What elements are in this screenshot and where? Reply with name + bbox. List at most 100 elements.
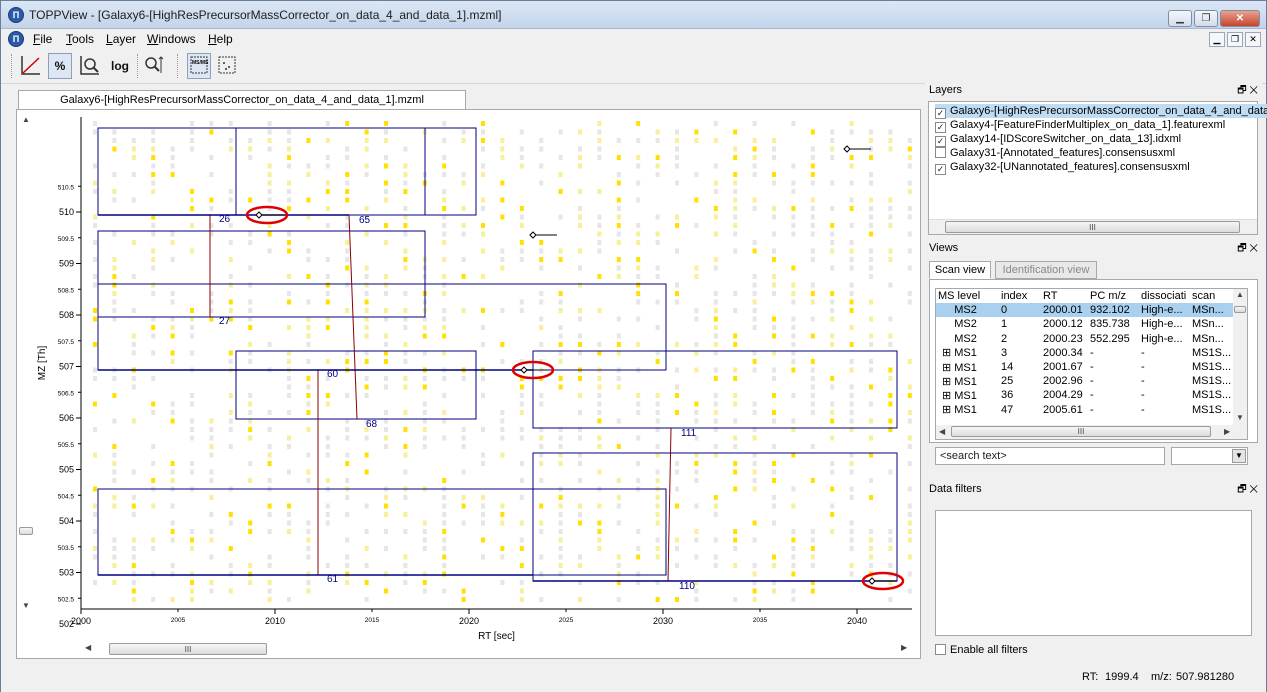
peak-mark (907, 359, 912, 364)
peak-mark (558, 554, 563, 560)
peak-mark (248, 299, 253, 305)
panel-float-close-icon[interactable]: 🗗 ✕ (1237, 83, 1258, 98)
scroll-left-icon[interactable]: ◀ (939, 427, 945, 436)
menu-layer[interactable]: Layer (106, 32, 136, 46)
close-button[interactable]: ✕ (1220, 10, 1260, 27)
peak-mark (733, 180, 738, 186)
layer-checkbox[interactable] (935, 147, 946, 158)
table-row[interactable]: MS2 2 2000.23 552.295 High-e... MSn... (936, 332, 1233, 346)
toolbar: % log MS/MS (1, 49, 1266, 84)
snap-to-max-button[interactable] (78, 53, 102, 79)
peak-mark (519, 129, 524, 135)
table-cell: 2002.96 (1043, 375, 1083, 388)
peak-mark (597, 129, 602, 135)
search-column-select[interactable]: ▼ (1171, 447, 1248, 465)
peak-mark (849, 197, 854, 203)
mdi-minimize-button[interactable]: ▁ (1209, 32, 1225, 47)
enable-all-filters-checkbox[interactable] (935, 644, 946, 655)
peak-mark (772, 588, 776, 594)
layer-item[interactable]: ✓ Galaxy14-[IDScoreSwitcher_on_data_13].i… (935, 132, 1181, 147)
y-tick-label: 505 (59, 465, 74, 475)
peak-mark (228, 308, 233, 313)
panel-float-close-icon[interactable]: 🗗 ✕ (1237, 241, 1258, 256)
table-vscroll[interactable]: ▲ ▼ (1233, 289, 1247, 425)
mdi-restore-button[interactable]: ❐ (1227, 32, 1243, 47)
peak-mark (364, 308, 369, 313)
column-header[interactable]: MS level (936, 289, 999, 303)
mdi-close-button[interactable]: ✕ (1245, 32, 1261, 47)
y-tick-label: 506.5 (58, 390, 75, 397)
column-header[interactable]: index (999, 289, 1041, 303)
minimize-button[interactable]: ▁ (1168, 10, 1192, 27)
peak-mark (791, 393, 796, 398)
scroll-thumb[interactable]: III (945, 221, 1240, 233)
enable-all-filters[interactable]: Enable all filters (935, 644, 1028, 656)
layer-item[interactable]: ✓ Galaxy4-[FeatureFinderMultiplex_on_data… (935, 118, 1225, 133)
menu-file[interactable]: File (33, 32, 52, 46)
table-row[interactable]: MS2 1 2000.12 835.738 High-e... MSn... (936, 317, 1233, 331)
peak-mark (539, 520, 544, 526)
reset-zoom-button[interactable] (141, 53, 165, 79)
scroll-up-icon[interactable]: ▲ (22, 115, 30, 124)
peak-mark (597, 231, 602, 237)
scroll-left-icon[interactable]: ◀ (85, 643, 91, 652)
column-header[interactable]: scan (1190, 289, 1233, 303)
scroll-right-icon[interactable]: ▶ (1224, 427, 1230, 436)
column-header[interactable]: PC m/z (1088, 289, 1139, 303)
peak-mark (345, 282, 350, 288)
table-hscroll[interactable]: ◀ III ▶ (936, 425, 1247, 439)
tab-scan-view[interactable]: Scan view (929, 261, 991, 279)
peak-mark (772, 418, 776, 424)
panel-float-close-icon[interactable]: 🗗 ✕ (1237, 482, 1258, 497)
linear-intensity-button[interactable] (19, 53, 43, 79)
layer-item[interactable]: ✓ Galaxy6-[HighResPrecursorMassCorrector_… (935, 104, 1267, 119)
table-cell: 14 (1001, 361, 1014, 374)
layer-checkbox[interactable]: ✓ (935, 164, 946, 175)
log-intensity-button[interactable]: log (107, 53, 133, 79)
column-header[interactable]: RT (1041, 289, 1088, 303)
search-input[interactable]: <search text> (935, 447, 1165, 465)
scroll-thumb[interactable]: III (951, 426, 1211, 437)
table-row[interactable]: MS2 0 2000.01 932.102 High-e... MSn... (936, 303, 1234, 318)
peak-mark (267, 503, 272, 509)
scroll-down-icon[interactable]: ▼ (22, 601, 30, 610)
mdi-logo-icon[interactable]: Π (8, 31, 24, 47)
show-features-button[interactable] (215, 53, 239, 79)
peak-mark (228, 588, 233, 594)
table-row[interactable]: ⊞ MS1 47 2005.61- - MS1S... (936, 403, 1233, 417)
table-row[interactable]: ⊞ MS1 25 2002.96- - MS1S... (936, 374, 1233, 388)
table-row[interactable]: ⊞ MS1 14 2001.67- - MS1S... (936, 360, 1233, 374)
scroll-down-icon[interactable]: ▼ (1236, 413, 1244, 422)
toolbar-separator (177, 54, 179, 78)
plot-vertical-scrollbar[interactable]: ▲ ▼ (17, 113, 35, 613)
show-ms2-button[interactable]: MS/MS (187, 53, 211, 79)
restore-button[interactable]: ❐ (1194, 10, 1218, 27)
layer-item[interactable]: ✓ Galaxy32-[UNannotated_features].consens… (935, 160, 1190, 175)
layers-hscroll[interactable]: III (929, 219, 1257, 234)
peak-mark (810, 197, 815, 203)
table-row[interactable]: ⊞ MS1 3 2000.34- - MS1S... (936, 346, 1233, 360)
menu-tools[interactable]: Tools (66, 32, 94, 46)
peak-mark (267, 588, 272, 594)
scroll-up-icon[interactable]: ▲ (1236, 290, 1244, 299)
peak-mark (519, 461, 524, 466)
scroll-thumb[interactable] (1234, 306, 1246, 313)
column-header[interactable]: dissociati (1139, 289, 1190, 303)
spectrum-plot[interactable]: 26 65 27 60 68 111 61 110 510 509 508 507 506 505 504… (37, 113, 917, 643)
scroll-thumb[interactable]: III (109, 643, 267, 655)
menu-windows[interactable]: Windows (147, 32, 196, 46)
scroll-right-icon[interactable]: ▶ (901, 643, 907, 652)
tab-identification-view[interactable]: Identification view (995, 261, 1097, 279)
percentage-button[interactable]: % (48, 53, 72, 79)
peak-mark (287, 291, 291, 296)
menu-help[interactable]: Help (208, 32, 233, 46)
plot-horizontal-scrollbar[interactable]: ◀ III ▶ (81, 641, 911, 657)
layer-item[interactable]: Galaxy31-[Annotated_features].consensusx… (935, 146, 1175, 160)
document-tab[interactable]: Galaxy6-[HighResPrecursorMassCorrector_o… (18, 90, 466, 110)
chevron-down-icon[interactable]: ▼ (1232, 449, 1246, 463)
y-tick-label: 510 (59, 207, 74, 217)
table-row[interactable]: ⊞ MS1 36 2004.29- - MS1S... (936, 388, 1233, 402)
layers-panel: Layers 🗗 ✕ ✓ Galaxy6-[HighResPrecursorMass… (925, 83, 1267, 240)
scroll-thumb[interactable] (19, 527, 33, 535)
peak-mark (403, 248, 408, 254)
